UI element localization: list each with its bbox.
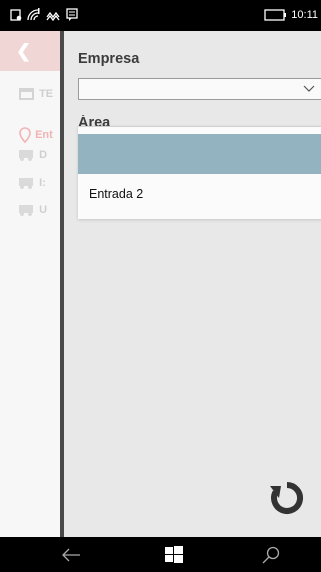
- empresa-select[interactable]: [78, 78, 321, 100]
- back-icon[interactable]: [60, 545, 82, 565]
- area-label: Área: [78, 115, 111, 126]
- dropdown-option[interactable]: Entrada 2: [78, 174, 321, 214]
- back-chevron-icon: ❮: [16, 41, 32, 61]
- background-item: I:: [18, 176, 46, 190]
- background-item-label: Ent: [35, 128, 53, 141]
- chevron-down-icon: [303, 85, 315, 92]
- status-bar: 10:11: [0, 0, 321, 31]
- background-item-label: U: [39, 203, 48, 216]
- refresh-icon: [270, 482, 304, 514]
- background-item: TE: [18, 86, 53, 100]
- notification-icon: [10, 9, 22, 21]
- background-item: Ent: [18, 127, 53, 143]
- area-dropdown-list: Entrada 2: [78, 126, 321, 219]
- dropdown-option-label: Entrada 2: [89, 187, 144, 201]
- location-pin-icon: [19, 127, 31, 143]
- vibrate-icon: [46, 11, 60, 22]
- background-item: U: [18, 203, 47, 217]
- dropdown-option[interactable]: [78, 134, 321, 174]
- background-item-label: D: [39, 148, 48, 161]
- calendar-icon: [19, 88, 34, 100]
- background-item-label: TE: [39, 87, 54, 100]
- background-item: D: [18, 148, 47, 162]
- battery-icon: [264, 9, 286, 21]
- truck-icon: [19, 150, 33, 161]
- truck-icon: [19, 205, 33, 216]
- windows-icon[interactable]: [163, 545, 185, 565]
- message-icon: [66, 8, 78, 21]
- background-item-label: I:: [39, 176, 46, 189]
- search-icon[interactable]: [260, 545, 282, 565]
- navigation-bar: [0, 537, 321, 572]
- refresh-button[interactable]: [266, 477, 308, 519]
- phone-screen: 10:11 ❮ TE Ent D I: U Empresa Área Entra…: [0, 0, 321, 572]
- status-time: 10:11: [291, 9, 318, 21]
- truck-icon: [19, 178, 33, 189]
- filter-drawer: Empresa Área Entrada 2: [60, 31, 321, 537]
- empresa-label: Empresa: [78, 51, 140, 67]
- wifi-icon: [27, 8, 40, 21]
